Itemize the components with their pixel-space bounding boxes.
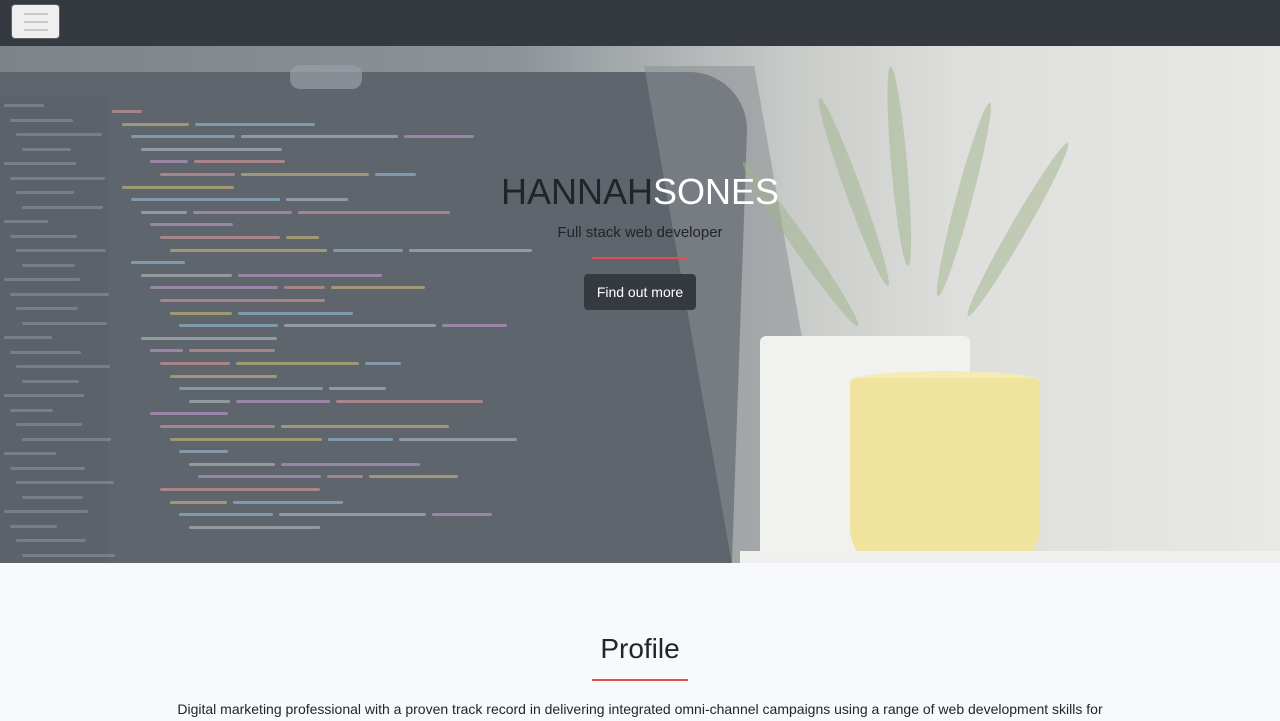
hero-divider (592, 257, 688, 259)
hamburger-icon (23, 12, 48, 31)
code-line-image (169, 374, 277, 378)
menu-toggle-button[interactable] (11, 4, 60, 39)
code-line-image (327, 437, 393, 441)
code-line-image (232, 500, 343, 504)
code-line-image (237, 311, 353, 315)
code-line-image (169, 311, 232, 315)
hero-content: HANNAHSONES Full stack web developer Fin… (0, 172, 1280, 310)
profile-section: Profile Digital marketing professional w… (0, 563, 1280, 720)
code-line-image (140, 336, 277, 340)
code-line-image (398, 437, 517, 441)
table-surface-image (740, 551, 1280, 563)
hero-title-last: SONES (652, 171, 780, 212)
code-line-image (236, 362, 359, 365)
code-line-image (160, 362, 230, 365)
code-line-image (189, 349, 276, 353)
code-line-image (131, 135, 236, 139)
code-line-image (235, 399, 330, 403)
code-line-image (335, 399, 483, 403)
hero-title-first: HANNAH (500, 171, 653, 212)
code-line-image (179, 450, 229, 454)
profile-divider (592, 679, 688, 681)
code-line-image (442, 324, 508, 328)
code-line-image (329, 387, 387, 391)
code-line-image (121, 122, 189, 126)
code-line-image (160, 425, 275, 428)
code-editor-image (0, 94, 760, 563)
yellow-cup-image (850, 378, 1040, 563)
hero-banner: HANNAHSONES Full stack web developer Fin… (0, 46, 1280, 563)
code-line-image (281, 425, 449, 428)
code-line-image (188, 525, 320, 529)
code-line-image (112, 110, 142, 113)
code-line-image (169, 437, 322, 441)
code-line-image (280, 462, 420, 466)
code-line-image (194, 160, 286, 164)
code-line-image (432, 513, 493, 517)
hero-subtitle: Full stack web developer (557, 224, 723, 241)
code-line-image (179, 324, 279, 328)
profile-heading: Profile (600, 633, 680, 664)
code-line-image (150, 349, 184, 353)
code-line-image (194, 122, 315, 126)
navbar (0, 0, 1280, 46)
code-line-image (404, 135, 475, 139)
code-line-image (365, 362, 401, 365)
code-line-image (279, 513, 427, 517)
code-line-image (179, 387, 324, 391)
code-line-image (369, 475, 459, 479)
laptop-logo-image (290, 65, 362, 89)
code-line-image (327, 475, 364, 479)
code-line-image (188, 462, 275, 466)
code-line-image (188, 399, 230, 403)
code-line-image (160, 488, 320, 491)
code-line-image (169, 500, 227, 504)
code-line-image (150, 412, 229, 416)
profile-text: Digital marketing professional with a pr… (177, 701, 1103, 717)
code-line-image (284, 324, 437, 328)
code-line-image (198, 475, 322, 479)
code-line-image (241, 135, 399, 139)
code-line-image (179, 513, 274, 517)
code-line-image (150, 160, 189, 164)
hero-title: HANNAHSONES (0, 172, 1280, 212)
code-line-image (140, 147, 282, 151)
find-out-more-button[interactable]: Find out more (583, 274, 697, 310)
